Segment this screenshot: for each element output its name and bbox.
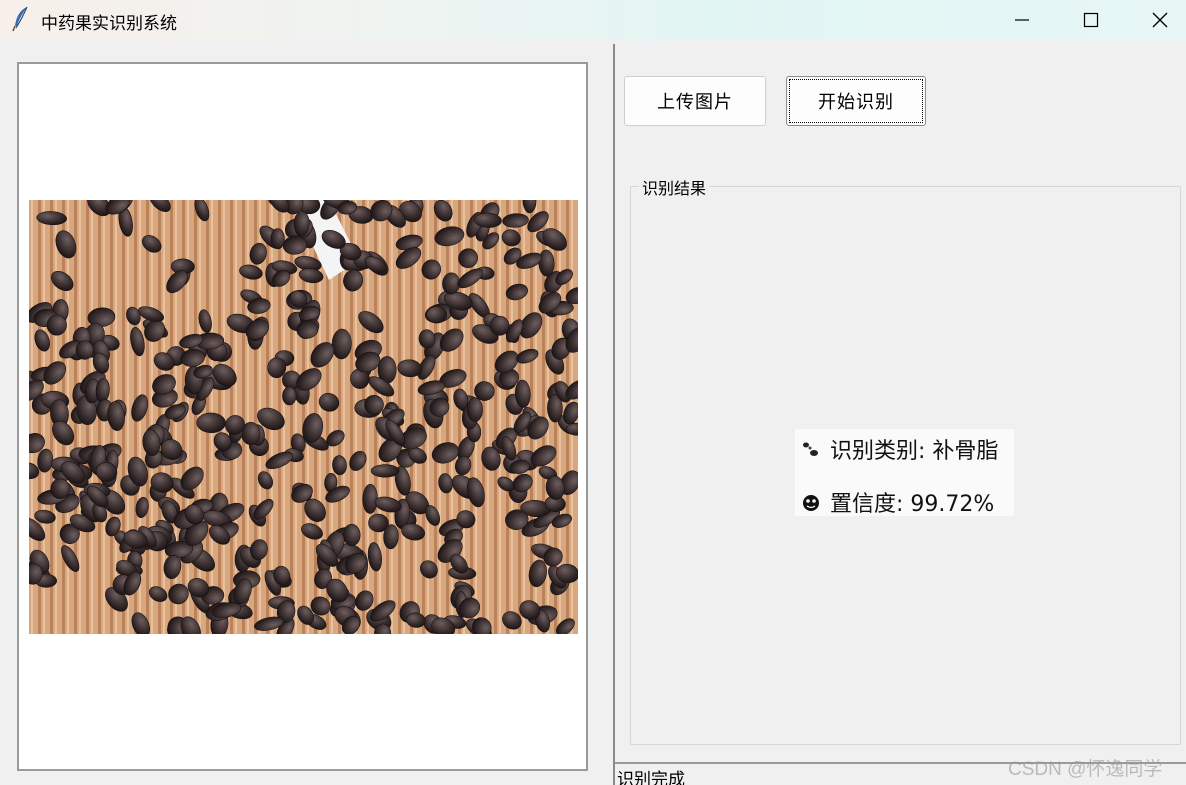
seed-shape (370, 464, 400, 478)
seed-shape (426, 305, 448, 324)
close-button[interactable] (1126, 0, 1186, 40)
seed-photo (29, 200, 578, 634)
paw-icon (803, 442, 818, 456)
maximize-icon (1083, 12, 1099, 28)
watermark: CSDN @怀逸同学 (1008, 759, 1163, 780)
seed-shape (362, 484, 378, 514)
start-recognition-button[interactable]: 开始识别 (786, 76, 926, 126)
seed-shape (343, 523, 361, 547)
seed-shape (196, 412, 226, 434)
window-title: 中药果实识别系统 (41, 14, 177, 34)
confidence-text: 置信度: 99.72% (830, 492, 995, 517)
category-text: 识别类别: 补骨脂 (830, 439, 999, 464)
image-display-panel (17, 62, 588, 771)
confidence-line: 置信度: 99.72% (801, 486, 994, 518)
seed-shape (466, 397, 483, 422)
upload-image-button[interactable]: 上传图片 (624, 76, 766, 126)
category-line: 识别类别: 补骨脂 (801, 433, 998, 465)
face-icon (803, 495, 819, 511)
minimize-button[interactable] (988, 0, 1056, 40)
status-text: 识别完成 (617, 770, 685, 785)
minimize-icon (1015, 19, 1029, 21)
seed-shape (46, 314, 67, 336)
start-recognition-label: 开始识别 (818, 92, 894, 113)
title-bar: 中药果实识别系统 (0, 0, 1186, 40)
maximize-button[interactable] (1057, 0, 1125, 40)
panel-divider (613, 44, 615, 785)
seed-shape (282, 386, 297, 406)
feather-icon (12, 6, 28, 32)
upload-image-label: 上传图片 (657, 92, 733, 113)
result-group-label: 识别结果 (639, 175, 710, 199)
seed-shape (270, 228, 285, 249)
close-icon (1152, 12, 1168, 28)
result-display: 识别类别: 补骨脂 置信度: 99.72% (795, 429, 1014, 518)
